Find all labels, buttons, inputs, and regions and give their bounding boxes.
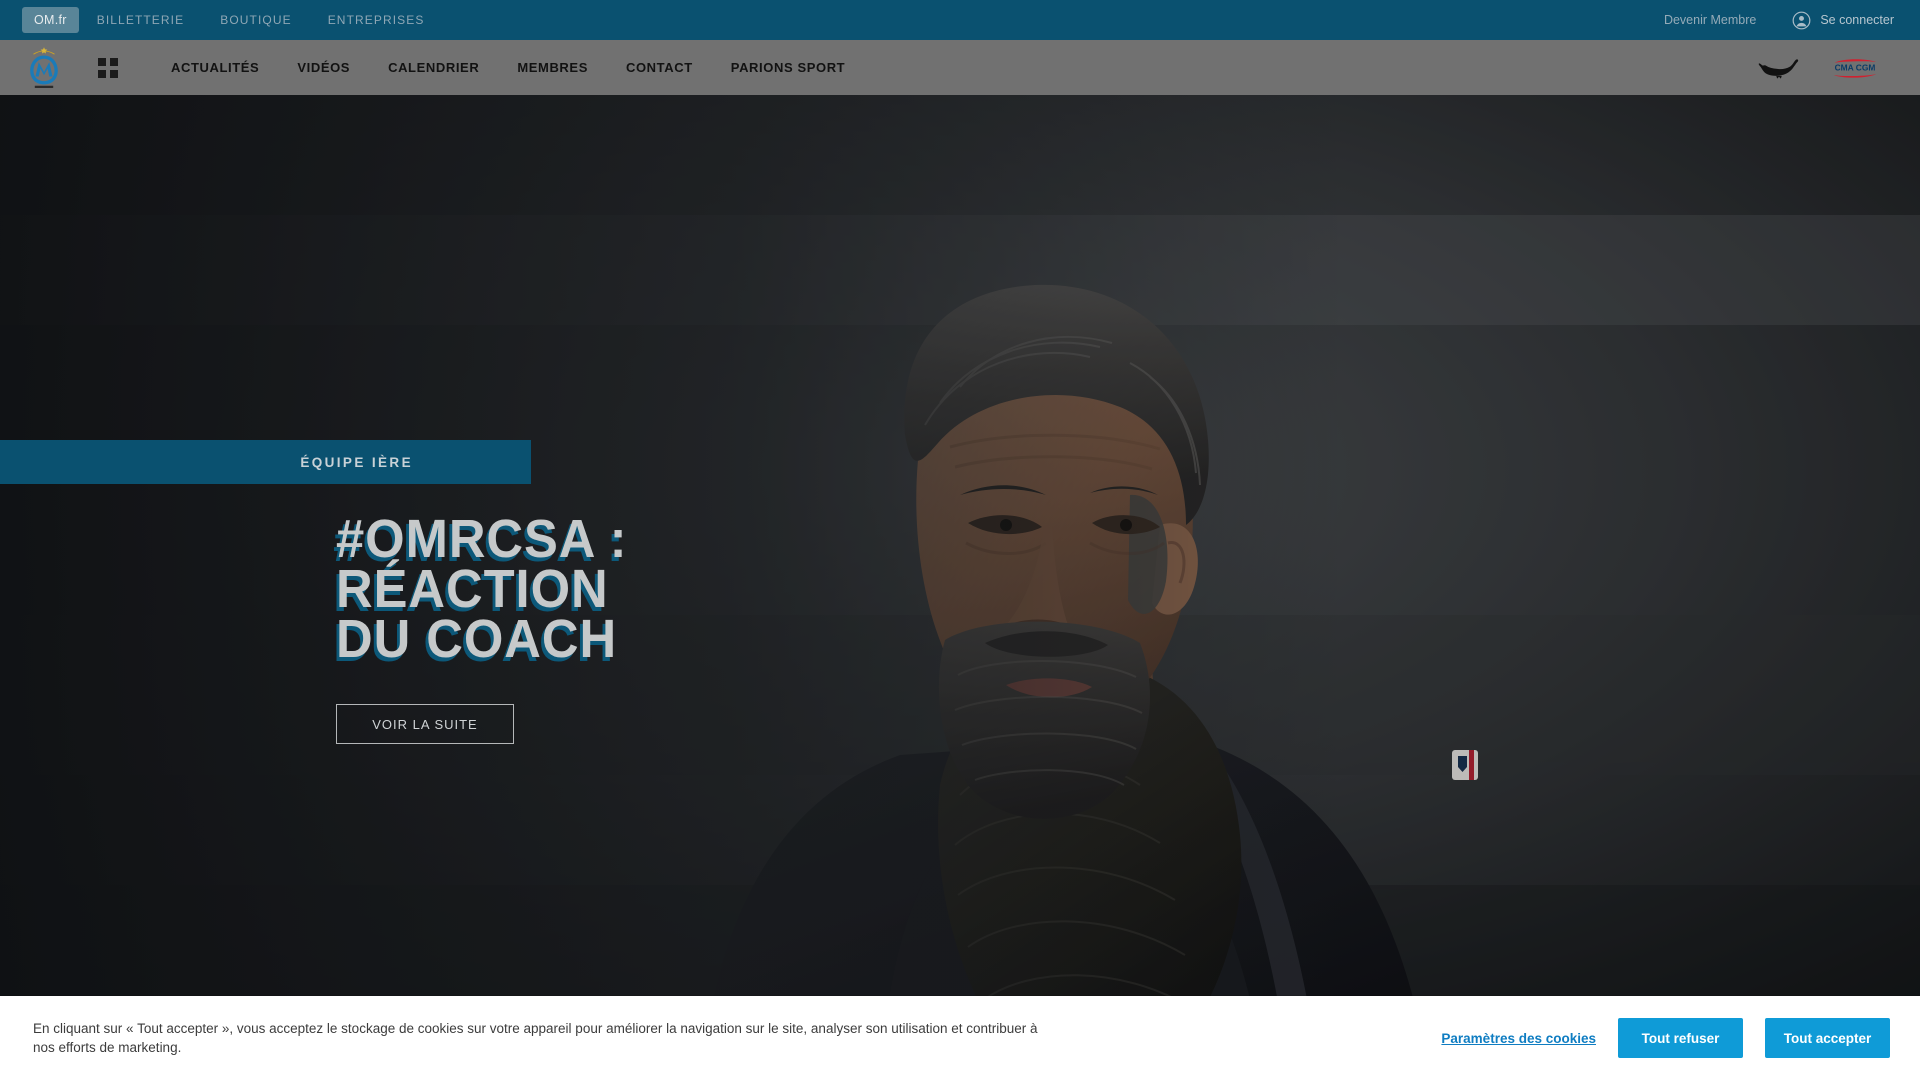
grid-cell (110, 57, 118, 66)
nav-item-videos[interactable]: VIDÉOS (278, 60, 369, 75)
cookie-consent-banner: En cliquant sur « Tout accepter », vous … (0, 996, 1920, 1080)
grid-cell (98, 57, 106, 66)
cookie-settings-link[interactable]: Paramètres des cookies (1441, 1031, 1596, 1046)
nav-items-group: ACTUALITÉS VIDÉOS CALENDRIER MEMBRES CON… (152, 60, 864, 75)
topbar-right-group: Devenir Membre Se connecter (1642, 11, 1920, 30)
cookie-actions-group: Paramètres des cookies Tout refuser Tout… (1441, 1018, 1920, 1058)
hero-headline: #OMRCSA : RÉACTION DU COACH (336, 509, 628, 669)
nav-item-membres[interactable]: MEMBRES (498, 60, 607, 75)
sign-in-label: Se connecter (1820, 13, 1894, 27)
nav-item-parions-sport[interactable]: PARIONS SPORT (712, 60, 864, 75)
reject-all-button[interactable]: Tout refuser (1618, 1018, 1743, 1058)
grid-cell (98, 69, 106, 78)
cookie-message: En cliquant sur « Tout accepter », vous … (33, 1021, 1038, 1055)
grid-menu-icon[interactable] (98, 57, 118, 78)
sign-in-button[interactable]: Se connecter (1778, 11, 1894, 30)
nav-item-calendrier[interactable]: CALENDRIER (369, 60, 498, 75)
sponsor-logos-group: CMA CGM (1756, 55, 1920, 81)
topbar-link-billetterie[interactable]: BILLETTERIE (79, 13, 202, 27)
top-utility-bar: OM.fr BILLETTERIE BOUTIQUE ENTREPRISES D… (0, 0, 1920, 40)
hero-section: ÉQUIPE IÈRE #OMRCSA : RÉACTION DU COACH … (0, 95, 1920, 1080)
main-navigation-bar: ACTUALITÉS VIDÉOS CALENDRIER MEMBRES CON… (0, 40, 1920, 95)
cma-cgm-logo: CMA CGM (1833, 58, 1877, 78)
om-crest-logo[interactable] (24, 45, 64, 91)
grid-cell (110, 69, 118, 78)
topbar-link-boutique[interactable]: BOUTIQUE (202, 13, 309, 27)
nav-item-contact[interactable]: CONTACT (607, 60, 712, 75)
nav-item-actualites[interactable]: ACTUALITÉS (152, 60, 278, 75)
voir-la-suite-button[interactable]: VOIR LA SUITE (336, 704, 514, 744)
devenir-membre-link[interactable]: Devenir Membre (1642, 13, 1778, 27)
accept-all-button[interactable]: Tout accepter (1765, 1018, 1890, 1058)
topbar-left-group: OM.fr BILLETTERIE BOUTIQUE ENTREPRISES (0, 7, 443, 33)
brand-om-fr-button[interactable]: OM.fr (22, 7, 79, 33)
svg-text:CMA CGM: CMA CGM (1835, 62, 1876, 72)
topbar-link-entreprises[interactable]: ENTREPRISES (310, 13, 443, 27)
puma-logo (1758, 58, 1799, 79)
cta-label: VOIR LA SUITE (372, 716, 478, 732)
hero-category-label: ÉQUIPE IÈRE (300, 454, 413, 470)
hero-content: ÉQUIPE IÈRE #OMRCSA : RÉACTION DU COACH … (0, 440, 1920, 744)
user-avatar-icon (1792, 11, 1811, 29)
hero-category-badge: ÉQUIPE IÈRE (0, 440, 531, 484)
